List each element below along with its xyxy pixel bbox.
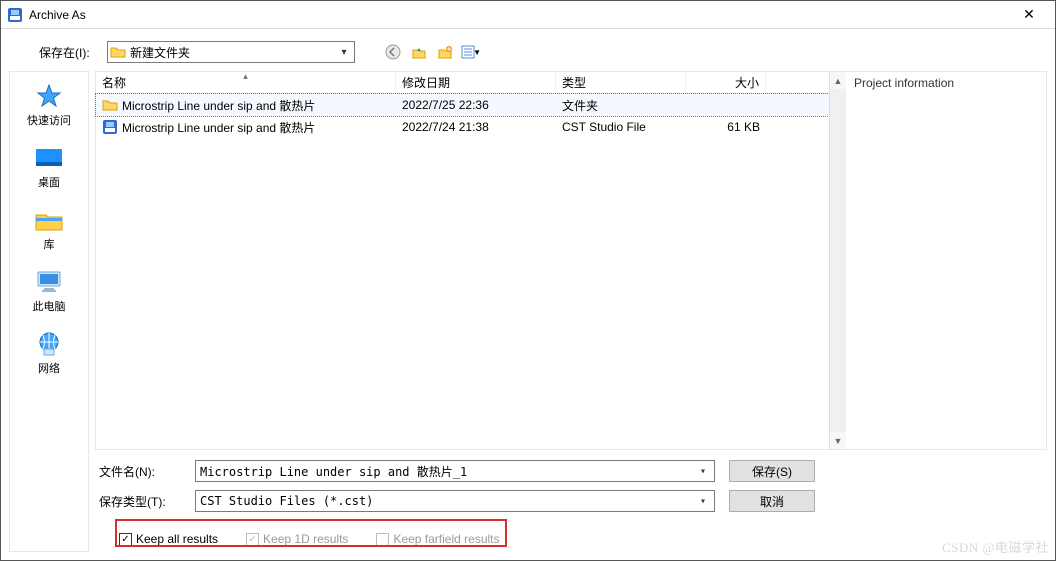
network-icon (32, 330, 66, 358)
dialog-body: 保存在(I): 新建文件夹 ▾ ▼ (1, 29, 1055, 560)
col-date[interactable]: 修改日期 (396, 72, 556, 93)
chevron-down-icon: ▼ (473, 48, 481, 57)
checkbox-icon (376, 533, 389, 546)
file-row[interactable]: Microstrip Line under sip and 散热片 2022/7/… (96, 94, 829, 116)
file-type: CST Studio File (556, 120, 686, 134)
filename-combo[interactable]: Microstrip Line under sip and 散热片_1 ▾ (195, 460, 715, 482)
filetype-label: 保存类型(T): (99, 493, 181, 510)
file-list[interactable]: ▴名称 修改日期 类型 大小 Microstrip Line under sip… (96, 72, 829, 449)
scroll-track[interactable] (830, 89, 846, 432)
folder-icon (102, 97, 118, 113)
save-in-value: 新建文件夹 (130, 44, 336, 61)
quick-access-icon (32, 82, 66, 110)
file-size: 61 KB (686, 120, 766, 134)
place-libraries[interactable]: 库 (14, 202, 84, 256)
sort-asc-icon: ▴ (243, 71, 248, 82)
chevron-down-icon: ▾ (336, 47, 352, 58)
place-network[interactable]: 网络 (14, 326, 84, 380)
project-info-panel: Project information (846, 72, 1046, 449)
places-bar: 快速访问 桌面 库 此电脑 网络 (9, 71, 89, 552)
place-label: 网络 (38, 360, 60, 376)
up-one-level-button[interactable] (409, 42, 429, 62)
file-date: 2022/7/25 22:36 (396, 98, 556, 112)
file-date: 2022/7/24 21:38 (396, 120, 556, 134)
options-row: ✓ Keep all results ✓ Keep 1D results Kee… (95, 526, 1047, 552)
file-area: ▴名称 修改日期 类型 大小 Microstrip Line under sip… (95, 71, 1047, 552)
checkbox-icon: ✓ (119, 533, 132, 546)
project-info-title: Project information (854, 76, 1038, 90)
vertical-scrollbar[interactable]: ▲ ▼ (829, 72, 846, 449)
titlebar: Archive As ✕ (1, 1, 1055, 29)
col-name[interactable]: ▴名称 (96, 72, 396, 93)
desktop-icon (32, 144, 66, 172)
this-pc-icon (32, 268, 66, 296)
col-size[interactable]: 大小 (686, 72, 766, 93)
archive-as-dialog: Archive As ✕ 保存在(I): 新建文件夹 ▾ (0, 0, 1056, 561)
save-in-combo[interactable]: 新建文件夹 ▾ (107, 41, 355, 63)
bottom-fields: 文件名(N): Microstrip Line under sip and 散热… (95, 460, 1047, 512)
main-row: 快速访问 桌面 库 此电脑 网络 (9, 71, 1047, 552)
filename-value: Microstrip Line under sip and 散热片_1 (200, 463, 467, 480)
file-name: Microstrip Line under sip and 散热片 (122, 97, 315, 114)
place-label: 库 (44, 236, 55, 252)
checkbox-icon: ✓ (246, 533, 259, 546)
cancel-button[interactable]: 取消 (729, 490, 815, 512)
file-list-header[interactable]: ▴名称 修改日期 类型 大小 (96, 72, 829, 94)
location-row: 保存在(I): 新建文件夹 ▾ ▼ (9, 37, 1047, 71)
save-in-label: 保存在(I): (39, 44, 99, 61)
filetype-combo[interactable]: CST Studio Files (*.cst) ▾ (195, 490, 715, 512)
cst-file-icon (102, 119, 118, 135)
scroll-up-arrow[interactable]: ▲ (830, 72, 846, 89)
place-this-pc[interactable]: 此电脑 (14, 264, 84, 318)
place-label: 此电脑 (33, 298, 66, 314)
keep-all-results-checkbox[interactable]: ✓ Keep all results (119, 532, 218, 546)
col-type[interactable]: 类型 (556, 72, 686, 93)
chevron-down-icon: ▾ (696, 496, 710, 507)
nav-icons: ▼ (383, 42, 481, 62)
filetype-value: CST Studio Files (*.cst) (200, 494, 373, 508)
save-button[interactable]: 保存(S) (729, 460, 815, 482)
folder-icon (110, 44, 126, 60)
keep-1d-results-checkbox: ✓ Keep 1D results (246, 532, 348, 546)
view-menu-button[interactable]: ▼ (461, 42, 481, 62)
scroll-down-arrow[interactable]: ▼ (830, 432, 846, 449)
place-label: 桌面 (38, 174, 60, 190)
chevron-down-icon: ▾ (696, 466, 710, 477)
file-type: 文件夹 (556, 97, 686, 114)
window-title: Archive As (29, 8, 1009, 22)
close-button[interactable]: ✕ (1009, 1, 1049, 29)
place-desktop[interactable]: 桌面 (14, 140, 84, 194)
file-row[interactable]: Microstrip Line under sip and 散热片 2022/7/… (96, 116, 829, 138)
file-name: Microstrip Line under sip and 散热片 (122, 119, 315, 136)
place-quick-access[interactable]: 快速访问 (14, 78, 84, 132)
new-folder-button[interactable] (435, 42, 455, 62)
libraries-icon (32, 206, 66, 234)
file-list-wrap: ▴名称 修改日期 类型 大小 Microstrip Line under sip… (95, 71, 1047, 450)
place-label: 快速访问 (27, 112, 71, 128)
keep-farfield-results-checkbox: Keep farfield results (376, 532, 499, 546)
filename-label: 文件名(N): (99, 463, 181, 480)
app-icon (7, 7, 23, 23)
back-button[interactable] (383, 42, 403, 62)
